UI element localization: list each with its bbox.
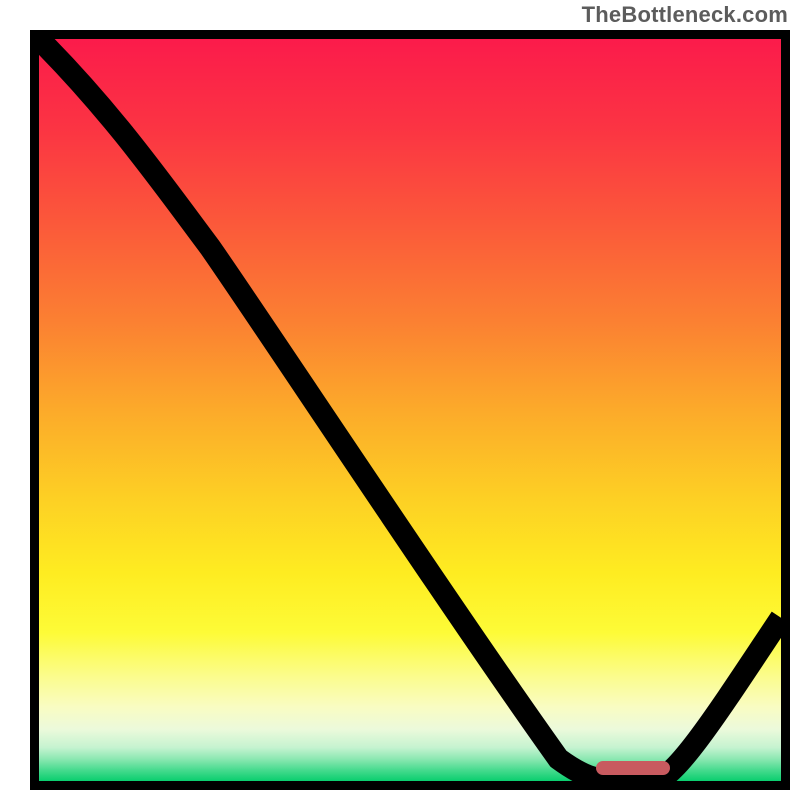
plot-area	[39, 39, 781, 781]
optimal-marker	[596, 761, 670, 775]
chart-frame	[30, 30, 790, 790]
watermark-text: TheBottleneck.com	[582, 2, 788, 28]
bottleneck-curve	[39, 39, 781, 781]
background-gradient	[39, 39, 781, 781]
